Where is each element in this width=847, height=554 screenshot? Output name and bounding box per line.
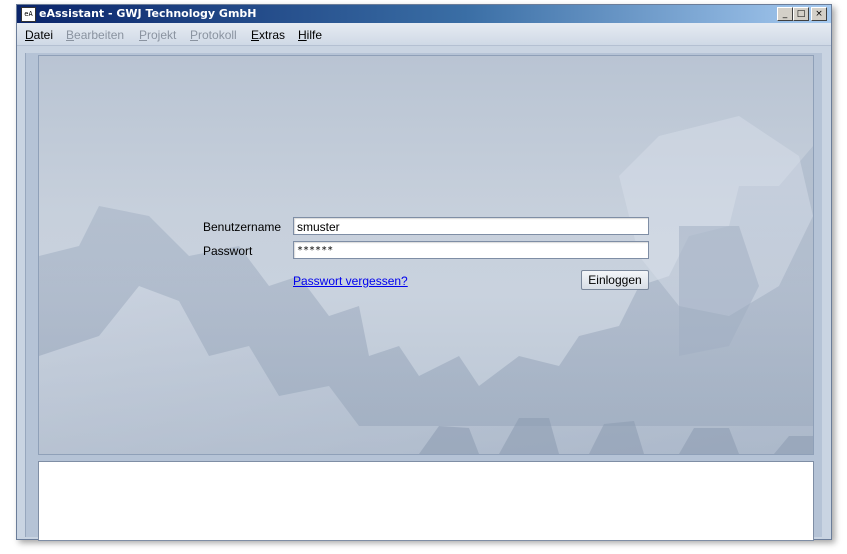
login-panel: Benutzername smuster Passwort ****** Pas… [38, 55, 814, 455]
menu-hilfe[interactable]: Hilfe [298, 28, 322, 42]
menu-projekt[interactable]: Projekt [139, 28, 176, 42]
login-button[interactable]: Einloggen [581, 270, 649, 290]
username-input[interactable]: smuster [293, 217, 649, 235]
password-input[interactable]: ****** [293, 241, 649, 259]
content-area: Benutzername smuster Passwort ****** Pas… [25, 53, 822, 541]
menu-bearbeiten[interactable]: Bearbeiten [66, 28, 124, 42]
window-title: eAssistant - GWJ Technology GmbH [39, 7, 257, 20]
app-icon: eA [21, 7, 36, 22]
password-label: Passwort [203, 244, 253, 258]
output-panel [38, 461, 814, 541]
menu-extras[interactable]: Extras [251, 28, 285, 42]
minimize-button[interactable]: _ [777, 7, 793, 21]
title-bar[interactable]: eA eAssistant - GWJ Technology GmbH _ □ … [17, 5, 831, 23]
close-button[interactable]: × [811, 7, 827, 21]
menu-protokoll[interactable]: Protokoll [190, 28, 237, 42]
menu-bar: Datei Bearbeiten Projekt Protokoll Extra… [17, 23, 831, 46]
maximize-button[interactable]: □ [793, 7, 809, 21]
username-label: Benutzername [203, 220, 282, 234]
forgot-password-link[interactable]: Passwort vergessen? [293, 274, 408, 288]
app-window: eA eAssistant - GWJ Technology GmbH _ □ … [16, 4, 832, 541]
menu-datei[interactable]: Datei [25, 28, 53, 42]
